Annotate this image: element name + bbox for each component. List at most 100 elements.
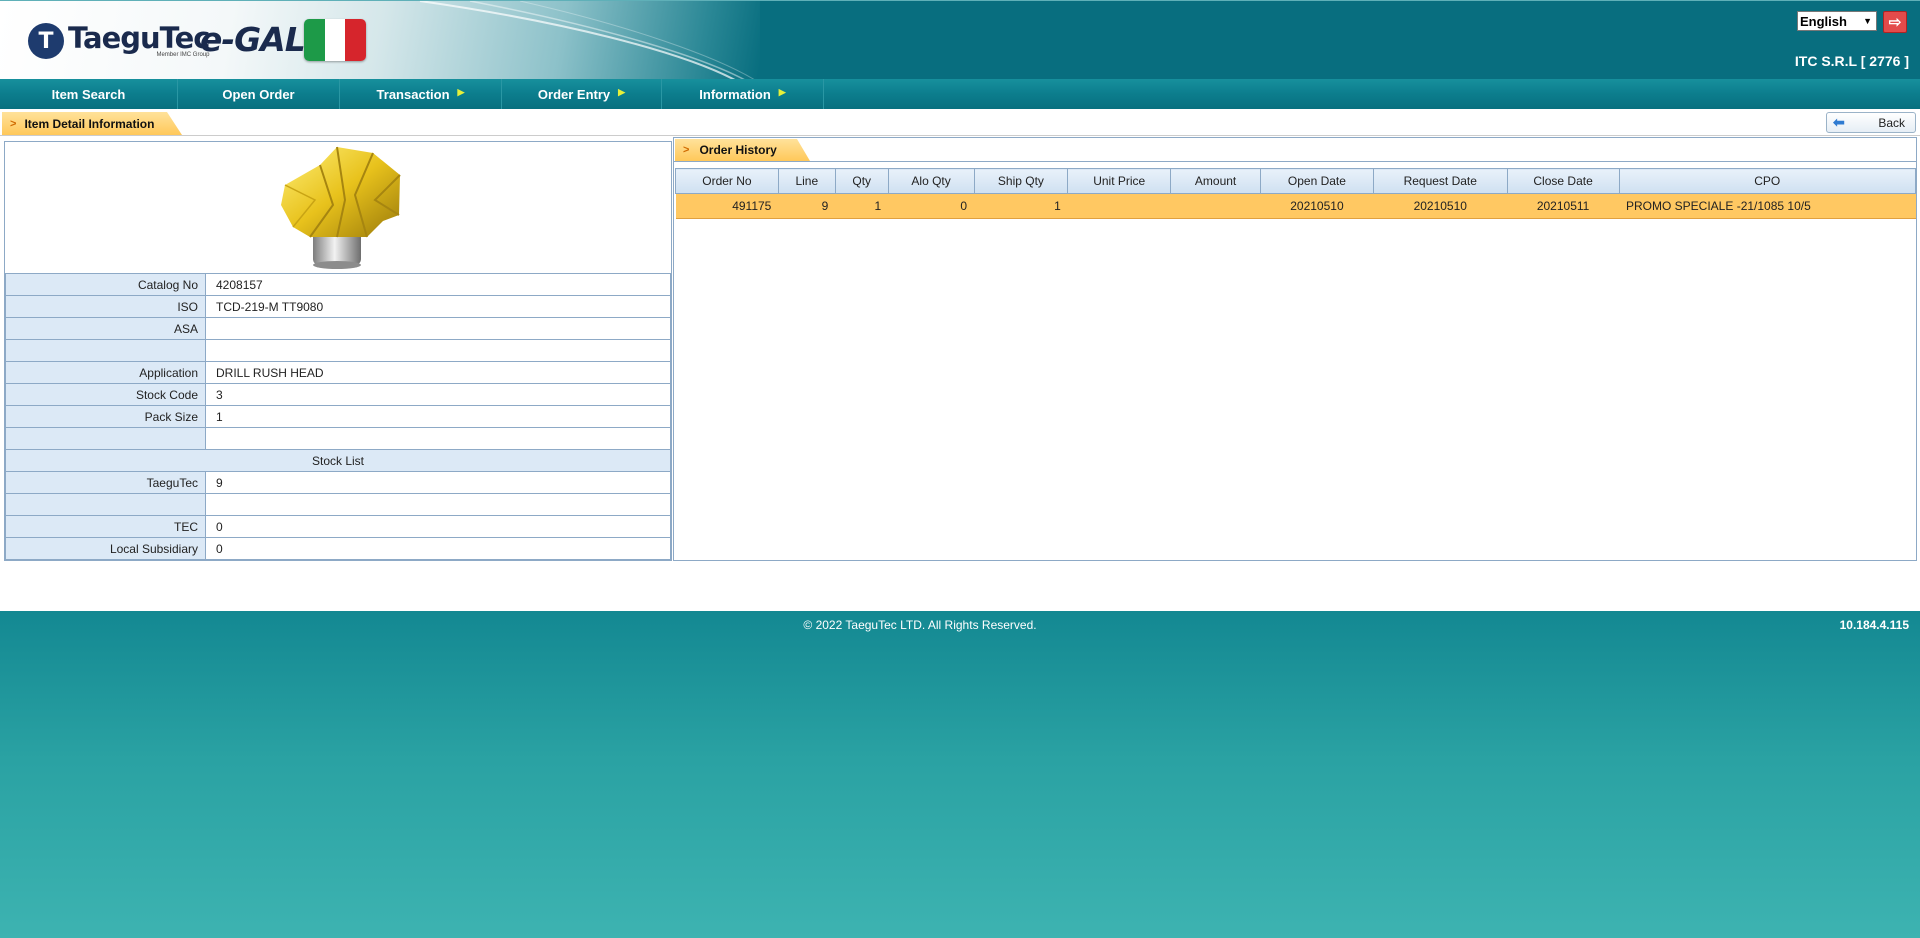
page-title-tab: > Item Detail Information	[2, 112, 182, 135]
egal-product-name: e-GAL	[200, 20, 306, 59]
detail-row-pack-size: Pack Size 1	[5, 405, 671, 428]
cell-cpo: PROMO SPECIALE -21/1085 10/5	[1619, 193, 1916, 219]
detail-label: Application	[5, 361, 206, 384]
stock-label: TEC	[5, 515, 206, 538]
language-select[interactable]: English ▼	[1797, 11, 1877, 31]
detail-row-asa: ASA	[5, 317, 671, 340]
nav-item-label: Information	[699, 86, 771, 102]
header: T TaeguTec Member IMC Group e-GAL Englis…	[0, 0, 1920, 79]
submenu-arrow-icon: ▶	[618, 87, 626, 97]
page-titlebar: > Item Detail Information ⬅ Back	[0, 109, 1920, 136]
detail-value	[205, 339, 671, 362]
cell-line: 9	[778, 193, 836, 219]
detail-label: ISO	[5, 295, 206, 318]
column-header[interactable]: Close Date	[1506, 168, 1620, 194]
stock-row-taegutec: TaeguTec 9	[5, 471, 671, 494]
cell-close-date: 20210511	[1507, 193, 1619, 219]
cell-amount	[1170, 193, 1261, 219]
detail-row-stock-code: Stock Code 3	[5, 383, 671, 406]
detail-value: 4208157	[205, 273, 671, 296]
footer-copyright: © 2022 TaeguTec LTD. All Rights Reserved…	[803, 618, 1037, 632]
nav-information[interactable]: Information ▶	[662, 79, 824, 109]
column-header[interactable]: Alo Qty	[887, 168, 975, 194]
detail-value: 3	[205, 383, 671, 406]
nav-order-entry[interactable]: Order Entry ▶	[502, 79, 662, 109]
stock-value: 0	[205, 537, 671, 560]
cell-request-date: 20210510	[1373, 193, 1508, 219]
detail-row-iso: ISO TCD-219-M TT9080	[5, 295, 671, 318]
italy-flag-icon	[304, 19, 366, 61]
brand-subtitle: Member IMC Group	[156, 52, 210, 58]
column-header[interactable]: Amount	[1170, 168, 1262, 194]
table-header-row: Order No Line Qty Alo Qty Ship Qty Unit …	[675, 168, 1916, 194]
stock-value: 9	[205, 471, 671, 494]
detail-label: Catalog No	[5, 273, 206, 296]
item-detail-table: Catalog No 4208157 ISO TCD-219-M TT9080 …	[5, 273, 671, 560]
order-history-title: Order History	[699, 143, 777, 157]
stock-label	[5, 493, 206, 516]
order-history-tabbar: > Order History	[674, 138, 1916, 162]
nav-item-search[interactable]: Item Search	[0, 79, 178, 109]
main-content: > Item Detail Information ⬅ Back Catalog…	[0, 109, 1920, 611]
stock-row-local-subsidiary: Local Subsidiary 0	[5, 537, 671, 560]
product-image	[281, 146, 401, 269]
nav-transaction[interactable]: Transaction ▶	[340, 79, 502, 109]
order-history-tab: > Order History	[675, 139, 810, 161]
page-title: Item Detail Information	[24, 116, 155, 131]
cell-open-date: 20210510	[1260, 193, 1374, 219]
stock-label: TaeguTec	[5, 471, 206, 494]
cell-alo-qty: 0	[888, 193, 974, 219]
nav-open-order[interactable]: Open Order	[178, 79, 340, 109]
detail-value	[205, 427, 671, 450]
order-history-panel: > Order History Order No Line Qty Alo Qt…	[673, 137, 1917, 561]
stock-list-header-row: Stock List	[5, 449, 671, 472]
chevron-down-icon: ▼	[1863, 16, 1872, 26]
detail-label: Stock Code	[5, 383, 206, 406]
stock-row-empty	[5, 493, 671, 516]
nav-item-label: Open Order	[222, 86, 295, 102]
order-history-table: Order No Line Qty Alo Qty Ship Qty Unit …	[675, 168, 1916, 219]
table-row[interactable]: 491175 9 1 0 1 20210510 20210510 2021051…	[675, 193, 1916, 219]
back-button[interactable]: ⬅ Back	[1826, 112, 1916, 133]
cell-qty: 1	[835, 193, 889, 219]
stock-value: 0	[205, 515, 671, 538]
nav-item-label: Order Entry	[537, 86, 611, 102]
stock-row-tec: TEC 0	[5, 515, 671, 538]
detail-label	[5, 339, 206, 362]
logout-icon: ⇨	[1888, 14, 1902, 31]
detail-value: DRILL RUSH HEAD	[205, 361, 671, 384]
detail-row-empty	[5, 427, 671, 450]
detail-row-application: Application DRILL RUSH HEAD	[5, 361, 671, 384]
stock-list-header: Stock List	[5, 449, 671, 472]
submenu-arrow-icon: ▶	[778, 87, 786, 97]
footer-ip-address: 10.184.4.115	[1839, 618, 1909, 632]
detail-row-catalog: Catalog No 4208157	[5, 273, 671, 296]
detail-row-empty	[5, 339, 671, 362]
column-header[interactable]: Line	[777, 168, 836, 194]
brand-name: TaeguTec	[68, 21, 210, 55]
column-header[interactable]: Ship Qty	[973, 168, 1069, 194]
detail-label: ASA	[5, 317, 206, 340]
detail-label	[5, 427, 206, 450]
nav-item-label: Item Search	[51, 86, 126, 102]
detail-label: Pack Size	[5, 405, 206, 428]
taegutec-logo-icon: T	[28, 23, 64, 59]
cell-unit-price	[1067, 193, 1171, 219]
logout-button[interactable]: ⇨	[1883, 11, 1907, 33]
column-header[interactable]: Open Date	[1260, 168, 1374, 194]
submenu-arrow-icon: ▶	[457, 87, 465, 97]
column-header[interactable]: Qty	[834, 168, 889, 194]
detail-value: TCD-219-M TT9080	[205, 295, 671, 318]
chevron-right-icon: >	[10, 117, 17, 130]
column-header[interactable]: CPO	[1618, 168, 1916, 194]
detail-value: 1	[205, 405, 671, 428]
column-header[interactable]: Order No	[675, 168, 779, 194]
column-header[interactable]: Unit Price	[1067, 168, 1172, 194]
nav-item-label: Transaction	[376, 86, 450, 102]
detail-value	[205, 317, 671, 340]
company-name: ITC S.R.L [ 2776 ]	[1794, 53, 1909, 69]
item-detail-panel: Catalog No 4208157 ISO TCD-219-M TT9080 …	[4, 141, 672, 561]
column-header[interactable]: Request Date	[1372, 168, 1508, 194]
taegutec-logo[interactable]: T TaeguTec Member IMC Group	[28, 21, 210, 61]
stock-label: Local Subsidiary	[5, 537, 206, 560]
